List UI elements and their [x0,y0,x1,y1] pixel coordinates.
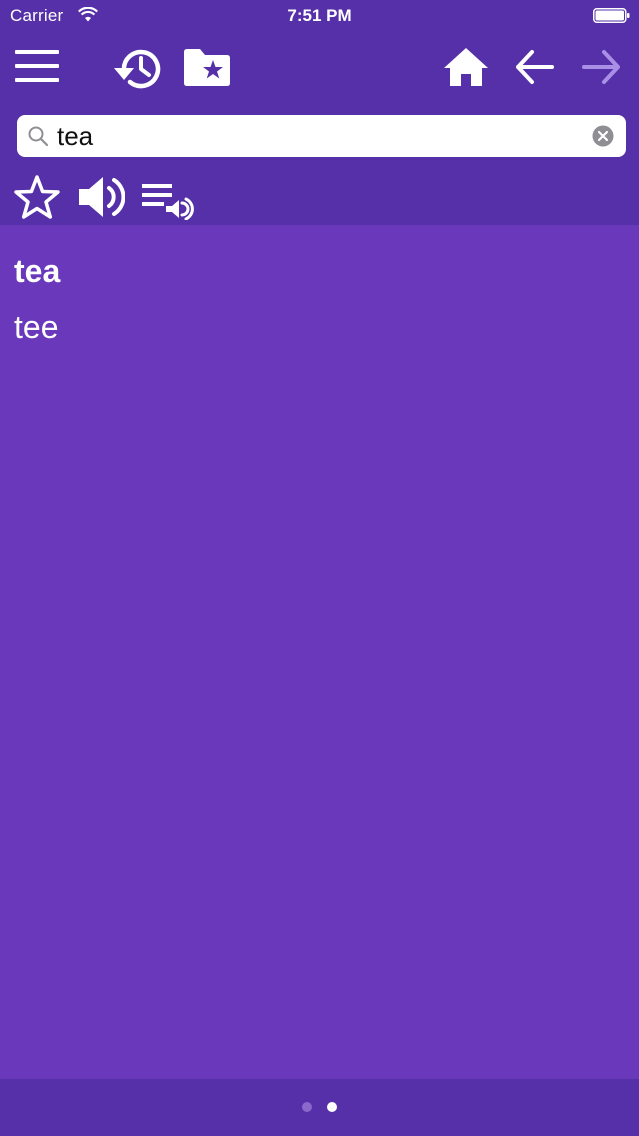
battery-icon [593,8,630,23]
back-arrow-icon[interactable] [514,48,554,86]
search-icon [28,126,49,147]
search-bar[interactable] [17,115,626,157]
favorites-folder-icon[interactable] [182,46,232,88]
home-icon[interactable] [443,46,489,88]
page-indicator-bar [0,1079,639,1136]
search-input[interactable] [57,115,577,157]
menu-icon[interactable] [15,49,59,83]
status-time: 7:51 PM [287,6,352,25]
page-dot-1[interactable] [302,1102,312,1112]
playlist-audio-icon[interactable] [142,180,194,220]
page-dot-2-active[interactable] [327,1102,337,1112]
star-outline-icon[interactable] [14,174,60,220]
list-item[interactable]: tee [14,309,58,346]
history-icon[interactable] [112,44,164,90]
forward-arrow-icon[interactable] [582,48,622,86]
clear-search-icon[interactable] [592,125,614,147]
status-bar: Carrier 7:51 PM [0,0,639,34]
list-item[interactable]: tea [14,253,60,290]
speaker-icon[interactable] [77,175,125,219]
